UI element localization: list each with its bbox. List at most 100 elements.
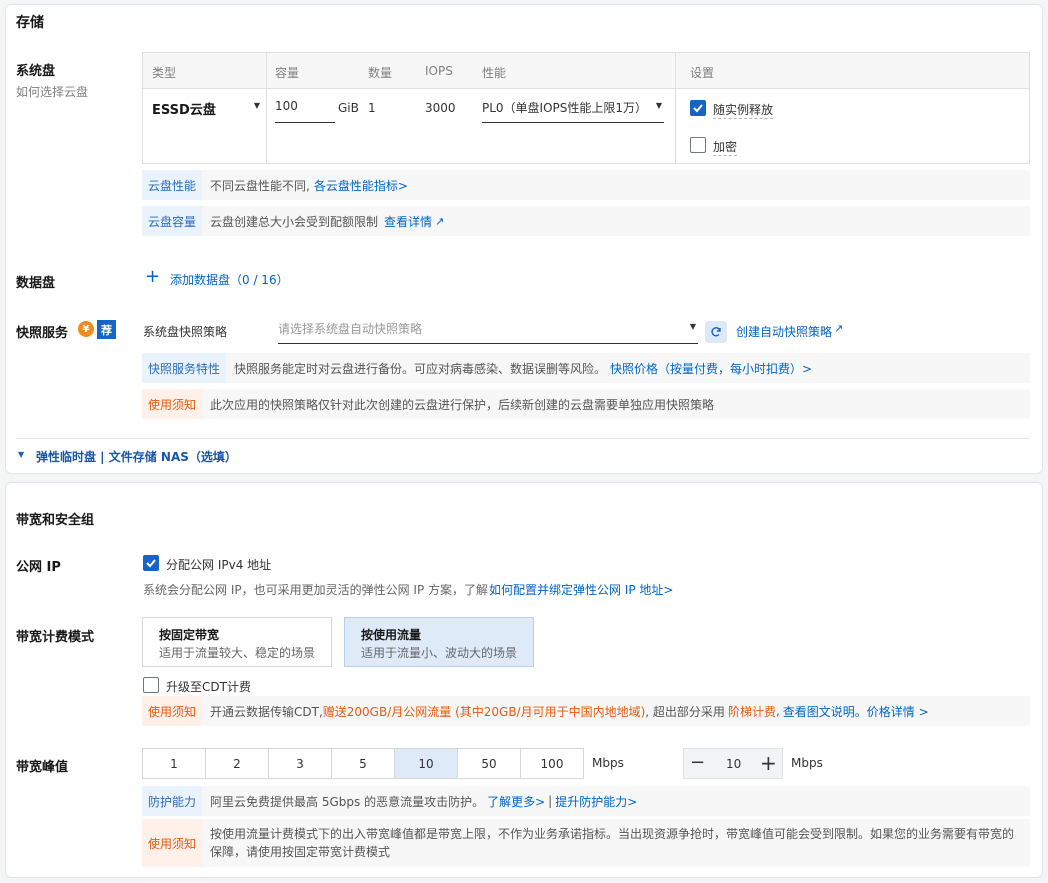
disk-performance-link[interactable]: 各云盘性能指标> [310,177,408,194]
hint-tag: 使用须知 [142,819,203,867]
hint-text: 云盘创建总大小会受到配额限制 [210,214,379,229]
hint-tag: 防护能力 [142,786,203,816]
column-header: 性能 [482,66,507,80]
hint-text: 开通云数据传输CDT, [210,704,323,719]
billing-option-desc: 适用于流量较大、稳定的场景 [159,646,316,660]
bandwidth-option[interactable]: 1 [142,748,206,779]
public-ip-description: 系统会分配公网 IP，也可采用更加灵活的弹性公网 IP 方案，了解 [143,583,488,597]
capacity-value: 100 [275,99,298,113]
disk-capacity-hint: 云盘容量 云盘创建总大小会受到配额限制 查看详情 ↗ [142,206,1030,236]
table-divider [675,53,676,163]
section-divider [16,438,1030,439]
check-icon [693,104,703,113]
recommended-badge: 荐 [97,320,116,339]
disk-type-select[interactable]: ESSD云盘 ▼ [152,99,262,121]
hint-text-block: 按使用流量计费模式下的出入带宽峰值都是带宽上限，不作为业务承诺指标。当出现资源争… [202,819,1014,867]
encrypt-checkbox[interactable] [690,137,706,153]
disk-performance-hint: 云盘性能 不同云盘性能不同, 各云盘性能指标> [142,170,1030,200]
assign-public-ip-label[interactable]: 分配公网 IPv4 地址 [166,556,271,573]
plus-icon[interactable]: + [145,266,160,287]
choose-disk-help-link[interactable]: 如何选择云盘 [16,83,88,100]
billing-option-title: 按固定带宽 [159,628,220,642]
hint-tag: 快照服务特性 [142,353,227,383]
bandwidth-option[interactable]: 2 [206,748,269,779]
column-header: 类型 [152,66,177,80]
release-with-instance-checkbox[interactable] [690,100,706,116]
bandwidth-option[interactable]: 10 [395,748,458,779]
bandwidth-option[interactable]: 50 [458,748,521,779]
yen-badge-icon: ¥ [78,321,94,337]
hint-text: 阿里云免费提供最高 5Gbps 的恶意流量攻击防护。 [210,794,485,809]
release-with-instance-label[interactable]: 随实例释放 [713,101,774,119]
create-snapshot-policy-link[interactable]: 创建自动快照策略 [736,323,832,340]
refresh-button[interactable] [705,321,727,343]
snapshot-service-label: 快照服务 [16,326,69,341]
price-details-link[interactable]: 价格详情 > [867,703,929,720]
hint-tag: 云盘容量 [142,206,203,236]
check-icon [146,559,156,568]
bandwidth-notice-hint: 使用须知 按使用流量计费模式下的出入带宽峰值都是带宽上限，不作为业务承诺指标。当… [142,819,1030,867]
link-separator: | [548,794,553,808]
bandwidth-option[interactable]: 100 [521,748,584,779]
snapshot-feature-hint: 快照服务特性 快照服务能定时对云盘进行备份。可应对病毒感染、数据误删等风险。 快… [142,353,1030,383]
network-section-title: 带宽和安全组 [16,513,95,528]
table-divider [266,53,267,163]
caret-down-icon: ▼ [655,101,662,110]
billing-option-title: 按使用流量 [361,628,422,642]
bandwidth-unit: Mbps [592,756,624,770]
caret-down-icon[interactable]: ▼ [18,450,24,459]
hint-tag: 使用须知 [142,389,203,419]
cdt-label[interactable]: 升级至CDT计费 [166,678,251,695]
caret-down-icon: ▼ [253,101,260,110]
external-link-icon: ↗ [435,214,445,228]
column-header: 数量 [368,66,393,80]
hint-text: 快照服务能定时对云盘进行备份。可应对病毒感染、数据误删等风险。 [234,361,607,376]
performance-value: PL0（单盘IOPS性能上限1万） [482,101,648,115]
disk-count-value: 1 [368,101,376,115]
billing-option-desc: 适用于流量小、波动大的场景 [361,646,518,660]
bandwidth-stepper-value[interactable]: 10 [726,757,741,771]
caret-down-icon: ▼ [689,322,696,331]
performance-select[interactable]: PL0（单盘IOPS性能上限1万） ▼ [482,99,664,123]
elastic-storage-toggle[interactable]: 弹性临时盘 | 文件存储 NAS（选填） [36,448,237,465]
data-disk-label: 数据盘 [16,276,56,291]
disk-capacity-details-link[interactable]: 查看详情 [378,213,432,230]
snapshot-policy-select[interactable]: 请选择系统盘自动快照策略 ▼ [278,320,698,344]
bandwidth-peak-label: 带宽峰值 [16,760,69,775]
assign-public-ip-checkbox[interactable] [143,555,159,571]
learn-more-link[interactable]: 了解更多> [484,793,545,810]
eip-config-link[interactable]: 如何配置并绑定弹性公网 IP 地址> [489,581,673,598]
column-header: IOPS [425,64,453,78]
bandwidth-option[interactable]: 5 [332,748,395,779]
add-data-disk-button[interactable]: 添加数据盘（0 / 16） [170,271,289,288]
encrypt-label[interactable]: 加密 [713,138,738,156]
hint-text: 按使用流量计费模式下的出入带宽峰值都是带宽上限，不作为业务承诺指标。当出现资源争… [210,827,1015,841]
billing-option-fixed[interactable]: 按固定带宽 适用于流量较大、稳定的场景 [142,617,332,667]
refresh-icon [711,327,721,337]
hint-tag: 云盘性能 [142,170,203,200]
snapshot-price-link[interactable]: 快照价格（按量付费，每小时扣费）> [606,360,812,377]
cdt-checkbox[interactable] [143,677,159,693]
iops-value: 3000 [425,101,456,115]
capacity-input[interactable]: 100 [275,99,335,123]
tiered-billing-link[interactable]: 阶梯计费 [725,703,776,720]
public-ip-label: 公网 IP [16,560,61,575]
minus-icon[interactable]: − [690,752,705,773]
system-disk-label: 系统盘 [16,64,56,79]
snapshot-policy-placeholder: 请选择系统盘自动快照策略 [278,322,423,336]
bandwidth-stepper: − 10 + [683,748,783,779]
bandwidth-option[interactable]: 3 [269,748,332,779]
hint-text: , 超出部分采用 [645,704,725,719]
illustrated-guide-link[interactable]: 查看图文说明。 [780,703,867,720]
disk-type-value: ESSD云盘 [152,103,216,118]
hint-text: 不同云盘性能不同, [210,178,310,193]
plus-icon[interactable]: + [760,751,777,775]
free-traffic-text: 赠送200GB/月公网流量 (其中20GB/月可用于中国内地地域) [322,704,646,719]
snapshot-notice-hint: 使用须知 此次应用的快照策略仅针对此次创建的云盘进行保护，后续新创建的云盘需要单… [142,389,1030,419]
upgrade-protection-link[interactable]: 提升防护能力> [555,793,637,810]
protection-hint: 防护能力 阿里云免费提供最高 5Gbps 的恶意流量攻击防护。 了解更多> | … [142,786,1030,816]
hint-text: 保障，请使用按固定带宽计费模式 [210,845,391,859]
billing-option-traffic[interactable]: 按使用流量 适用于流量小、波动大的场景 [344,617,534,667]
billing-mode-label: 带宽计费模式 [16,630,95,645]
snapshot-policy-label: 系统盘快照策略 [143,325,228,339]
